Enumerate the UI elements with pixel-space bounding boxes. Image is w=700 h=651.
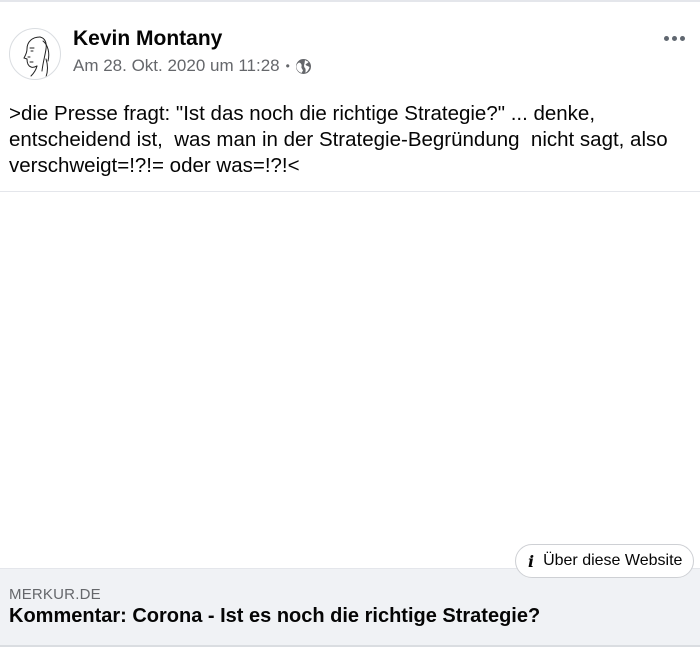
about-website-button[interactable]: i Über diese Website [515, 544, 695, 578]
about-website-label: Über diese Website [543, 552, 683, 569]
avatar-sketch-icon [23, 36, 50, 78]
globe-icon[interactable] [295, 58, 312, 75]
post-meta: Am 28. Okt. 2020 um 11:28 • [73, 56, 312, 76]
more-options-button[interactable] [658, 26, 690, 50]
author-name[interactable]: Kevin Montany [73, 27, 222, 51]
meta-separator: • [285, 59, 290, 73]
link-domain: MERKUR.DE [9, 586, 101, 603]
more-dot-icon [663, 35, 669, 41]
link-preview-card[interactable]: MERKUR.DE Kommentar: Corona - Ist es noc… [0, 568, 700, 645]
bottom-divider [0, 645, 700, 647]
post-timestamp[interactable]: Am 28. Okt. 2020 um 11:28 [73, 56, 280, 76]
more-dot-icon [679, 35, 685, 41]
link-preview-image[interactable] [0, 192, 700, 568]
link-title[interactable]: Kommentar: Corona - Ist es noch die rich… [9, 605, 540, 628]
more-dot-icon [671, 35, 677, 41]
post-text: >die Presse fragt: "Ist das noch die ric… [9, 102, 674, 177]
facebook-post: Kevin Montany Am 28. Okt. 2020 um 11:28 … [0, 2, 700, 651]
info-icon: i [528, 551, 535, 571]
avatar[interactable] [9, 28, 61, 80]
